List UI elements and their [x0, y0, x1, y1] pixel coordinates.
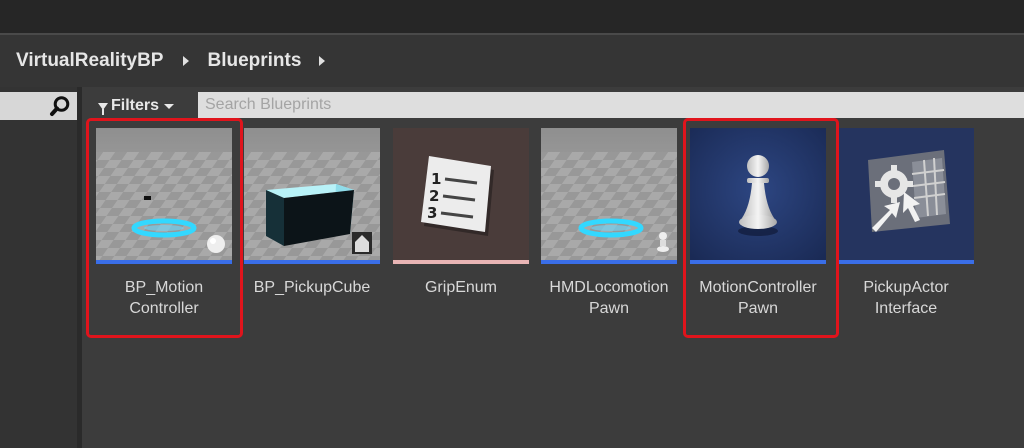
breadcrumb-root[interactable]: VirtualRealityBP [16, 50, 163, 72]
asset-type-indicator [393, 260, 529, 264]
asset-thumbnail [541, 128, 677, 264]
chevron-down-icon [164, 103, 175, 109]
asset-type-indicator [541, 260, 677, 264]
asset-name: BP_PickupCube [253, 279, 371, 296]
breadcrumb-folder[interactable]: Blueprints [207, 50, 301, 72]
asset-name: GripEnum [424, 279, 498, 296]
filter-icon [98, 102, 108, 115]
checker-floor-preview [541, 128, 677, 264]
filter-bar: Filters [82, 92, 1024, 120]
asset-tile[interactable]: PickupActor Interface [838, 128, 974, 319]
breadcrumb: VirtualRealityBP Blueprints [0, 35, 1024, 87]
title-bar [0, 0, 1024, 35]
filters-button[interactable]: Filters [98, 94, 175, 118]
svg-text:1: 1 [431, 170, 441, 188]
search-input[interactable] [198, 92, 1024, 118]
sources-panel [0, 87, 77, 448]
asset-name: HMDLocomotion Pawn [549, 279, 669, 317]
enum-list-icon: 1 2 3 [393, 128, 529, 264]
sources-search-field[interactable] [0, 92, 77, 120]
svg-text:2: 2 [429, 187, 439, 205]
asset-tile[interactable]: 1 2 3 GripEnum [393, 128, 529, 298]
interface-icon [838, 128, 974, 264]
filters-label: Filters [111, 97, 160, 114]
search-icon[interactable] [49, 95, 71, 122]
asset-tile[interactable]: HMDLocomotion Pawn [541, 128, 677, 319]
breadcrumb-arrow-icon[interactable] [319, 56, 326, 66]
asset-type-indicator [244, 260, 380, 264]
highlight-box [683, 118, 839, 338]
svg-text:3: 3 [427, 204, 437, 222]
asset-thumbnail [244, 128, 380, 264]
asset-type-indicator [838, 260, 974, 264]
cube-preview [244, 128, 380, 264]
highlight-box [86, 118, 243, 338]
asset-thumbnail [838, 128, 974, 264]
breadcrumb-arrow-icon[interactable] [183, 56, 190, 66]
panel-splitter[interactable] [77, 87, 82, 448]
asset-thumbnail: 1 2 3 [393, 128, 529, 264]
asset-tile[interactable]: BP_PickupCube [244, 128, 380, 298]
asset-name: PickupActor Interface [863, 279, 949, 317]
